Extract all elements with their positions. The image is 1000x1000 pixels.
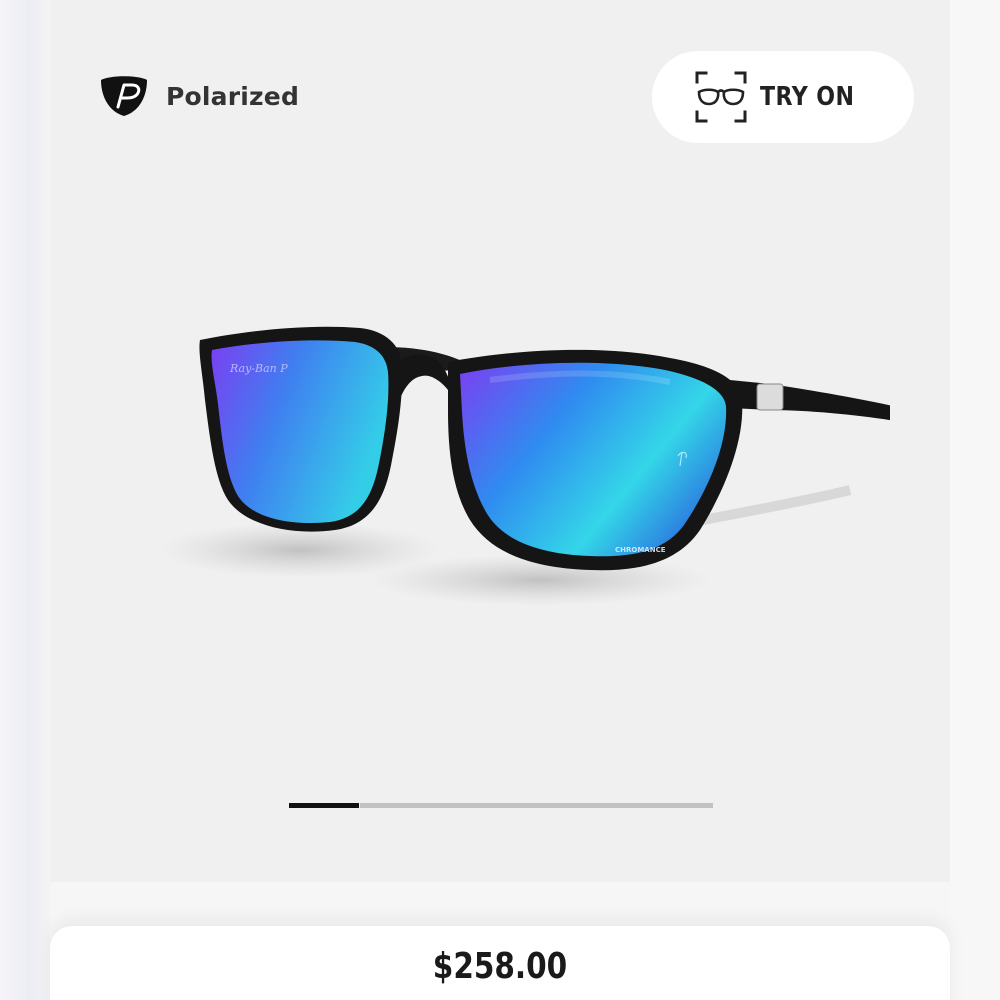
hinge-plate: [756, 383, 784, 411]
product-price: $258.00: [432, 946, 568, 987]
polarized-badge: Polarized: [98, 74, 299, 118]
near-temple: [730, 380, 890, 421]
carousel-dot-3[interactable]: [430, 803, 501, 808]
carousel-dot-2[interactable]: [359, 803, 431, 808]
left-page-margin: [0, 0, 50, 1000]
try-on-label: TRY ON: [760, 82, 855, 112]
right-page-margin: [950, 0, 1000, 1000]
polarized-p-icon: [101, 76, 147, 116]
polarized-label: Polarized: [166, 81, 300, 111]
carousel-dot-4[interactable]: [501, 803, 572, 808]
sunglasses-product-image[interactable]: Ray-Ban P CHROMANCE: [130, 300, 890, 630]
try-on-button[interactable]: TRY ON: [652, 51, 914, 143]
lens-chromance-text: CHROMANCE: [615, 546, 666, 554]
lens-logo-text: Ray-Ban P: [229, 362, 288, 375]
price-card: $258.00: [50, 926, 950, 1000]
carousel-dot-6[interactable]: [642, 803, 713, 808]
carousel-indicator: [289, 803, 713, 808]
carousel-dot-1[interactable]: [289, 803, 360, 808]
carousel-dot-5[interactable]: [571, 803, 643, 808]
glasses-scan-icon: [695, 71, 747, 123]
product-gallery[interactable]: Polarized TRY ON Ray-Ban P CHROMANCE: [50, 0, 950, 882]
